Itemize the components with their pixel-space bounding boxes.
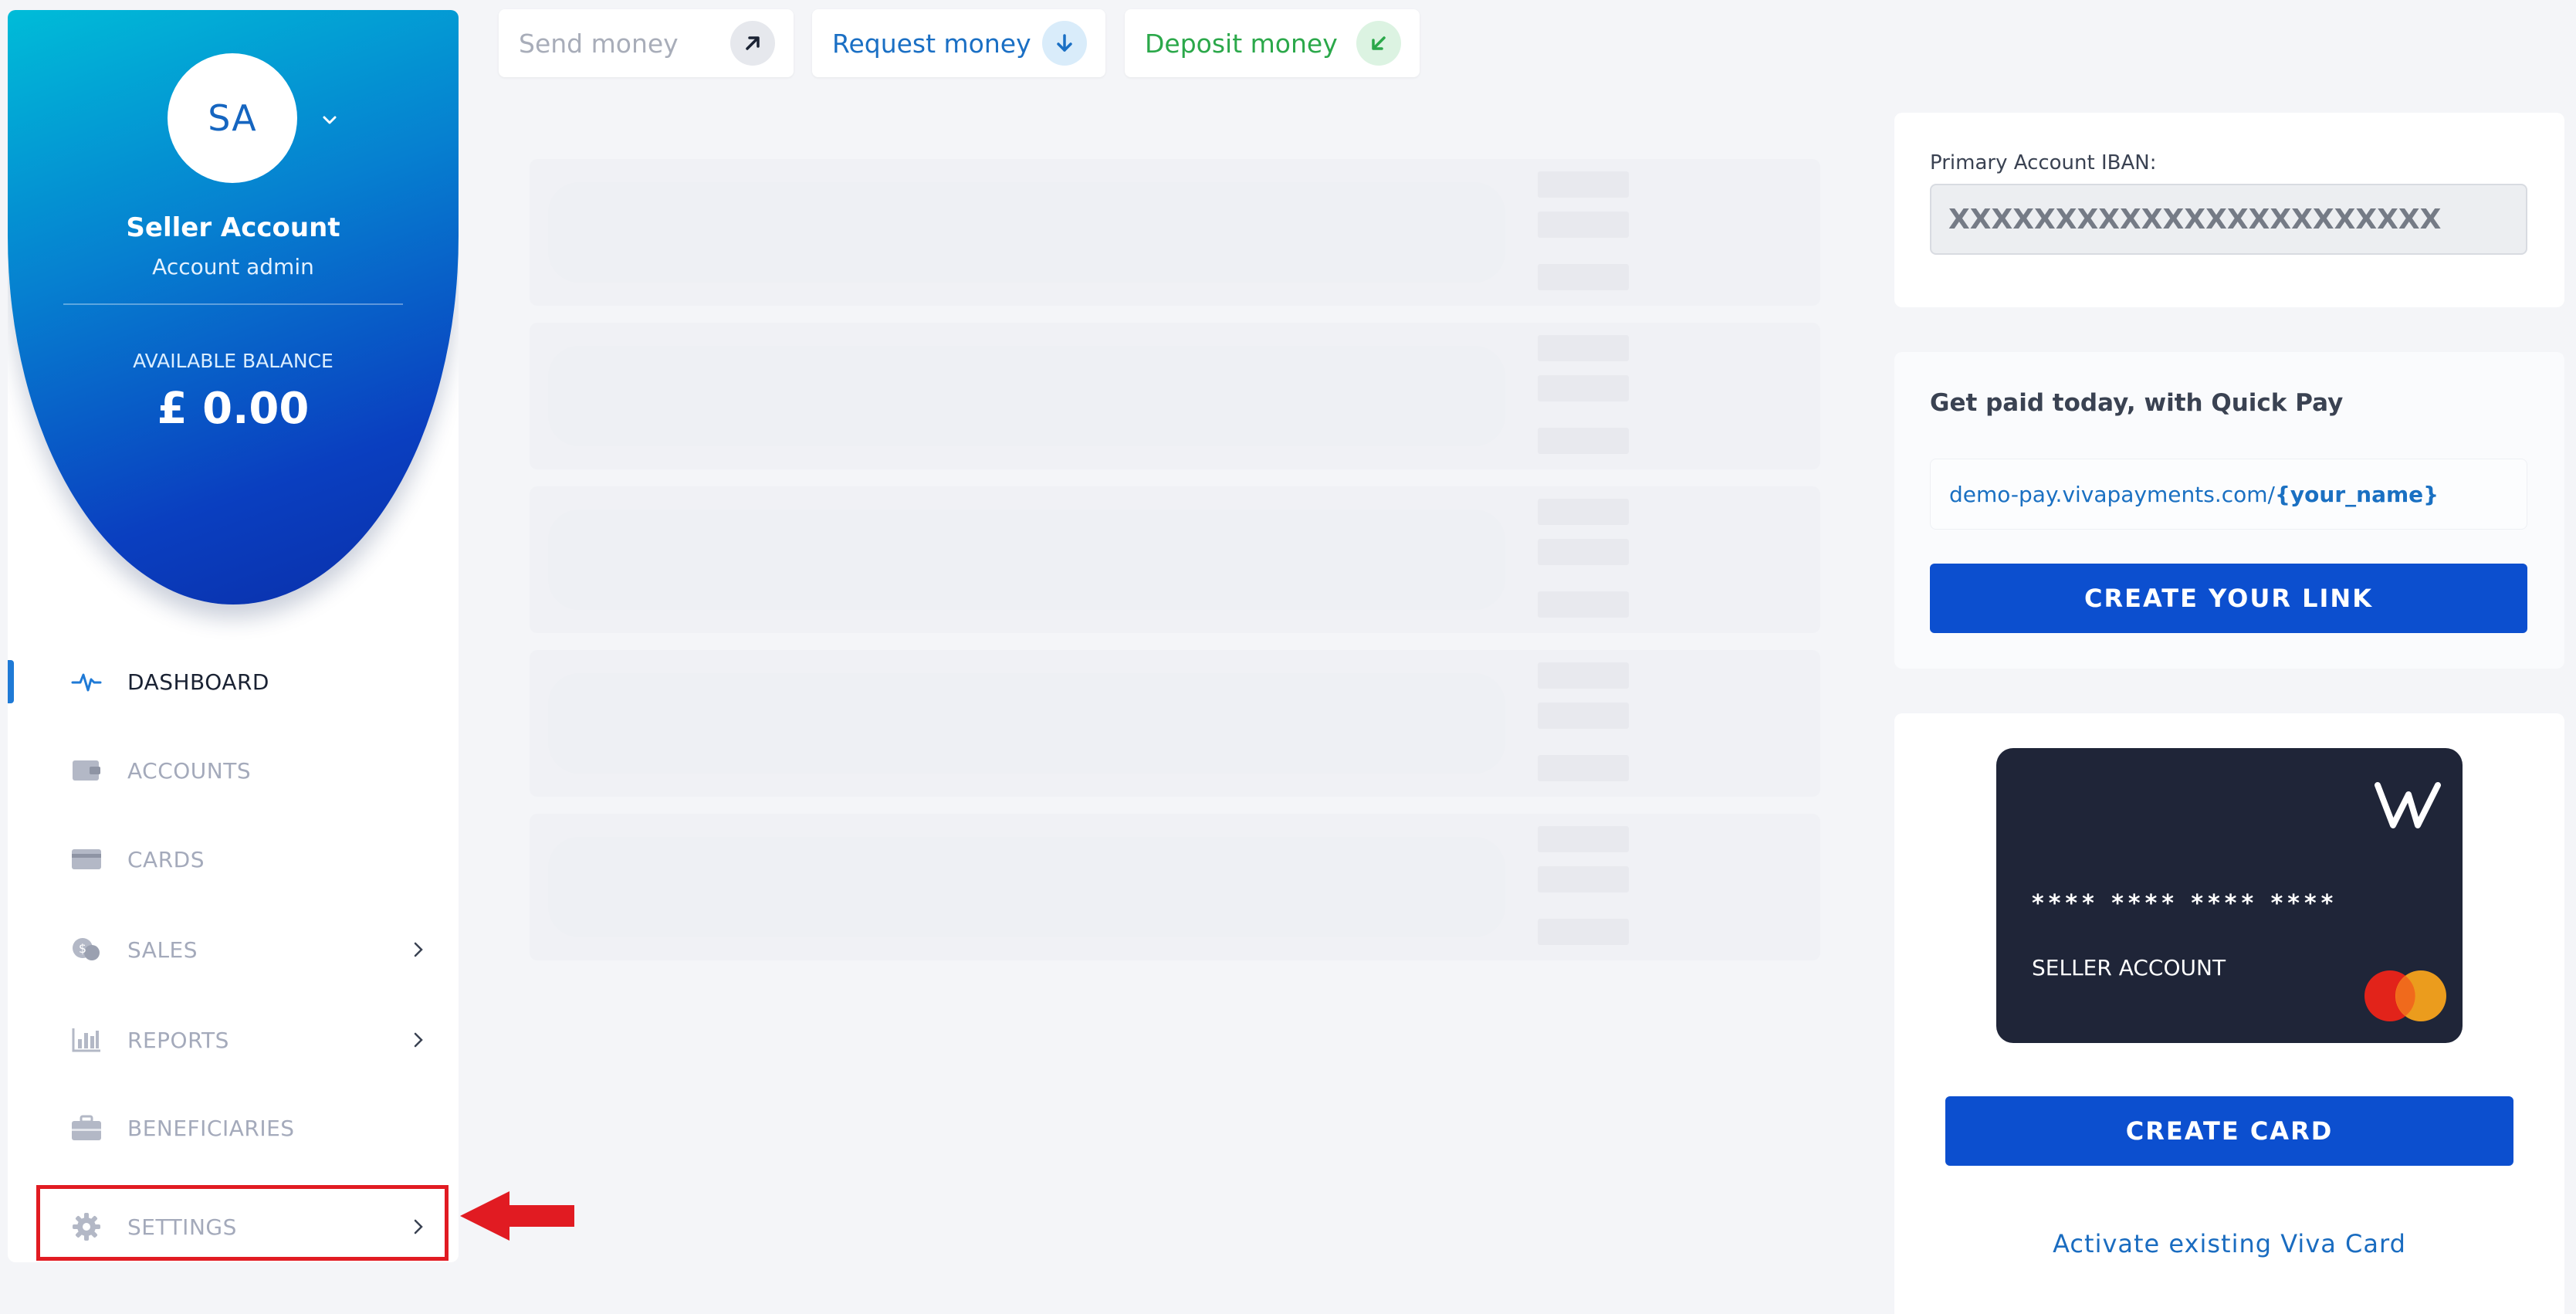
nav-item-beneficiaries[interactable]: BENEFICIARIES bbox=[8, 1097, 459, 1159]
nav-label-sales: SALES bbox=[127, 936, 198, 963]
quick-pay-link-prefix: demo-pay.vivapayments.com/ bbox=[1949, 481, 2275, 507]
send-money-label: Send money bbox=[519, 28, 679, 59]
settings-highlight-box bbox=[36, 1185, 449, 1261]
create-your-link-button[interactable]: CREATE YOUR LINK bbox=[1930, 564, 2527, 633]
chevron-right-icon bbox=[414, 942, 423, 957]
card-holder: SELLER ACCOUNT bbox=[2032, 955, 2226, 980]
deposit-money-button[interactable]: Deposit money bbox=[1125, 9, 1420, 77]
card-icon bbox=[69, 842, 103, 876]
nav-item-sales[interactable]: $ SALES bbox=[8, 919, 459, 980]
send-money-button[interactable]: Send money bbox=[499, 9, 794, 77]
nav-label-dashboard: DASHBOARD bbox=[127, 669, 269, 695]
iban-panel: Primary Account IBAN: XXXXXXXXXXXXXXXXXX… bbox=[1894, 113, 2564, 307]
account-name: Seller Account bbox=[126, 212, 340, 243]
nav-item-accounts[interactable]: ACCOUNTS bbox=[8, 740, 459, 801]
balance-label: AVAILABLE BALANCE bbox=[133, 350, 333, 372]
quick-pay-title: Get paid today, with Quick Pay bbox=[1930, 389, 2344, 417]
chevron-right-icon bbox=[414, 1032, 423, 1048]
arrow-up-right-icon bbox=[730, 21, 775, 66]
sidebar: SA Seller Account Account admin AVAILABL… bbox=[8, 10, 459, 1262]
balance-value: £ 0.00 bbox=[157, 384, 310, 434]
active-indicator bbox=[8, 660, 14, 703]
arrow-down-icon bbox=[1042, 21, 1087, 66]
quick-pay-link-suffix: {your_name} bbox=[2274, 481, 2439, 507]
briefcase-icon bbox=[69, 1111, 103, 1145]
pulse-icon bbox=[69, 665, 103, 699]
skeleton-row bbox=[530, 814, 1820, 960]
activate-card-link[interactable]: Activate existing Viva Card bbox=[1894, 1229, 2564, 1258]
deposit-money-label: Deposit money bbox=[1145, 28, 1338, 59]
nav-item-dashboard[interactable]: DASHBOARD bbox=[8, 651, 459, 713]
nav-label-accounts: ACCOUNTS bbox=[127, 757, 252, 784]
nav-label-cards: CARDS bbox=[127, 846, 205, 872]
skeleton-row bbox=[530, 486, 1820, 633]
create-card-button[interactable]: CREATE CARD bbox=[1945, 1096, 2513, 1166]
nav-item-cards[interactable]: CARDS bbox=[8, 828, 459, 890]
svg-text:$: $ bbox=[79, 941, 86, 956]
mastercard-icon bbox=[2364, 970, 2446, 1021]
chevron-down-icon[interactable] bbox=[318, 109, 341, 132]
nav-label-reports: REPORTS bbox=[127, 1027, 229, 1053]
bar-chart-icon bbox=[69, 1023, 103, 1057]
profile-header: SA Seller Account Account admin AVAILABL… bbox=[8, 10, 459, 605]
nav-label-beneficiaries: BENEFICIARIES bbox=[127, 1115, 295, 1141]
avatar[interactable]: SA bbox=[168, 53, 297, 183]
profile-divider bbox=[63, 303, 403, 305]
nav-item-reports[interactable]: REPORTS bbox=[8, 1009, 459, 1071]
red-arrow-icon bbox=[460, 1191, 574, 1241]
iban-label: Primary Account IBAN: bbox=[1930, 151, 2157, 174]
account-role: Account admin bbox=[152, 254, 314, 279]
arrow-down-left-icon bbox=[1356, 21, 1401, 66]
skeleton-row bbox=[530, 159, 1820, 306]
card-panel: **** **** **** **** SELLER ACCOUNT CREAT… bbox=[1894, 713, 2564, 1314]
coins-icon: $ bbox=[69, 933, 103, 967]
request-money-button[interactable]: Request money bbox=[812, 9, 1105, 77]
iban-field[interactable]: XXXXXXXXXXXXXXXXXXXXXXX bbox=[1930, 184, 2527, 255]
wallet-icon bbox=[69, 754, 103, 787]
virtual-card: **** **** **** **** SELLER ACCOUNT bbox=[1996, 748, 2463, 1043]
skeleton-row bbox=[530, 323, 1820, 469]
request-money-label: Request money bbox=[832, 28, 1031, 59]
skeleton-row bbox=[530, 650, 1820, 797]
viva-logo-icon bbox=[2375, 782, 2441, 828]
card-number: **** **** **** **** bbox=[2032, 890, 2338, 917]
quick-pay-link[interactable]: demo-pay.vivapayments.com/{your_name} bbox=[1930, 459, 2527, 530]
quick-pay-panel: Get paid today, with Quick Pay demo-pay.… bbox=[1894, 352, 2564, 669]
